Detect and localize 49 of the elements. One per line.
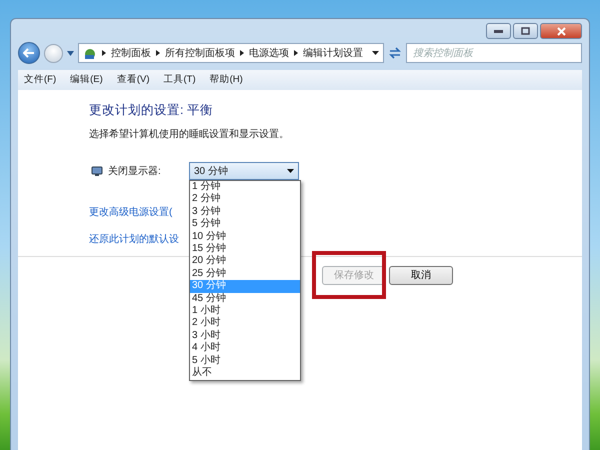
cancel-button[interactable]: 取消 [389,266,453,285]
search-field[interactable]: 搜索控制面板 [406,43,582,63]
dropdown-option[interactable]: 1 分钟 [190,181,300,194]
breadcrumb-item[interactable]: 控制面板 [111,46,151,60]
menu-item[interactable]: 帮助(H) [210,73,243,88]
menu-item[interactable]: 文件(F) [24,73,56,88]
minimize-button[interactable] [486,23,511,39]
dropdown-option[interactable]: 25 分钟 [190,268,300,280]
menu-item[interactable]: 查看(V) [116,73,150,88]
close-icon [556,26,566,36]
minimize-icon [494,30,503,32]
control-panel-icon [83,46,97,60]
chevron-icon[interactable] [102,50,106,56]
dropdown-option[interactable]: 3 小时 [190,330,300,342]
description-text: 选择希望计算机使用的睡眠设置和显示设置。 [89,128,290,142]
breadcrumb-item[interactable]: 编辑计划设置 [303,46,363,60]
chevron-icon[interactable] [294,50,298,56]
menu-item[interactable]: 工具(T) [163,73,196,88]
link[interactable]: 还原此计划的默认设 [89,234,179,245]
dropdown-option[interactable]: 2 小时 [190,317,300,330]
back-arrow-icon [23,48,35,58]
setting-label: 关闭显示器: [108,164,162,178]
dropdown-option[interactable]: 从不 [190,367,300,380]
close-button[interactable] [540,23,582,39]
dropdown-option[interactable]: 4 小时 [190,342,300,355]
menu-item[interactable]: 编辑(E) [70,73,103,88]
link[interactable]: 更改高级电源设置( [89,207,172,218]
dropdown-option[interactable]: 5 分钟 [190,218,300,231]
dropdown-option[interactable]: 45 分钟 [190,292,300,306]
dropdown-arrow-icon [287,169,294,173]
breadcrumb-item[interactable]: 电源选项 [249,46,289,60]
maximize-button[interactable] [513,23,538,39]
dropdown-option[interactable]: 5 小时 [190,354,300,368]
breadcrumb-item[interactable]: 所有控制面板项 [165,46,235,60]
maximize-icon [521,27,530,35]
dropdown-option[interactable]: 3 分钟 [190,206,300,218]
dropdown-option[interactable]: 15 分钟 [190,243,300,256]
chevron-icon[interactable] [240,50,244,56]
page-heading: 更改计划的设置: 平衡 [89,102,214,120]
dropdown-option[interactable]: 20 分钟 [190,255,300,268]
refresh-icon[interactable] [388,47,402,59]
monitor-icon [91,166,103,176]
back-button[interactable] [18,42,40,64]
dropdown-option[interactable]: 10 分钟 [190,230,300,244]
dropdown-arrow-icon[interactable] [372,50,379,55]
dropdown-option[interactable]: 2 分钟 [190,193,300,206]
dropdown-option[interactable]: 1 小时 [190,305,300,318]
chevron-icon[interactable] [156,50,160,56]
timeout-dropdown[interactable]: 30 分钟 [189,162,299,180]
